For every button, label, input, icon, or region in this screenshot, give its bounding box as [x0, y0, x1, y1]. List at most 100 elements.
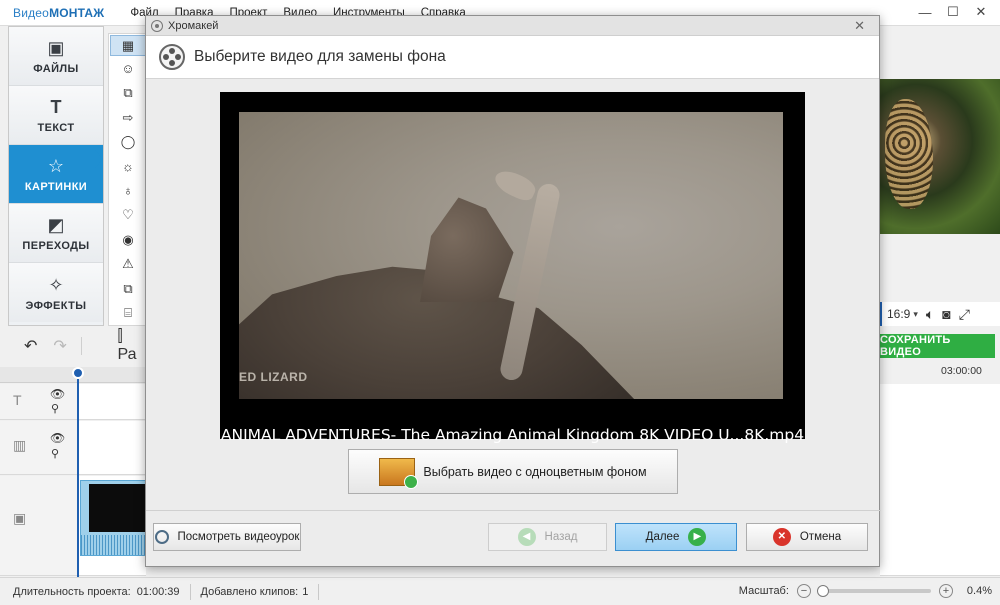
zoom-value: 0.4%	[966, 585, 992, 597]
arrow-left-icon: ◀	[517, 528, 536, 546]
zoom-out-icon[interactable]: −	[796, 584, 811, 598]
lizard-head	[491, 166, 539, 204]
film-reel-icon	[151, 19, 163, 32]
timeline-toolbar: ↶ ↷ ⫿ Ра	[0, 328, 147, 364]
timeline-right-area[interactable]	[880, 384, 1000, 576]
tutorial-icon	[154, 530, 169, 544]
magic-wand-icon: ✧	[48, 274, 64, 295]
clips-value: 1	[302, 585, 309, 598]
pick-solid-bg-video-button[interactable]: Выбрать видео с одноцветным фоном	[348, 449, 678, 494]
undo-icon[interactable]: ↶	[24, 336, 37, 356]
zoom-in-icon[interactable]: +	[938, 584, 953, 598]
fullscreen-icon[interactable]: ⤢	[959, 306, 970, 323]
split-button[interactable]: ⫿ Ра	[94, 328, 147, 364]
maximize-button[interactable]: ☐	[942, 4, 964, 20]
sticker-cat-arrow-icon[interactable]: ⇨	[109, 106, 147, 130]
video-filename: ANIMAL ADVENTURES- The Amazing Animal Ki…	[220, 426, 805, 444]
add-video-icon	[379, 457, 419, 489]
image-icon: ▣	[47, 38, 65, 58]
dialog-close-icon[interactable]: ✕	[854, 18, 865, 34]
sticker-cat-filmstrip-icon[interactable]: ▦	[110, 35, 146, 56]
zoom-slider[interactable]	[817, 585, 931, 597]
dialog-footer-divider	[146, 510, 881, 511]
clips-label: Добавлено клипов:	[200, 585, 299, 598]
duration-label: Длительность проекта:	[13, 585, 131, 598]
audio-waveform	[81, 535, 147, 555]
tool-transitions-label: ПЕРЕХОДЫ	[22, 240, 90, 252]
eye-icon[interactable]: 👁︎	[50, 431, 65, 445]
sticker-cat-shapes-icon[interactable]: ⧉	[109, 81, 147, 105]
video-clip[interactable]	[80, 480, 147, 556]
sticker-cat-frames-icon[interactable]: ⌸	[109, 301, 147, 325]
text-icon: T	[50, 97, 62, 117]
clip-thumbnail	[89, 484, 147, 532]
video-track-header: ▣	[0, 476, 78, 576]
watch-tutorial-button[interactable]: Посмотреть видеоурок	[153, 523, 301, 551]
player-controls: 16:9 ▾ 🔈︎ ◙ ⤢	[880, 302, 1000, 326]
close-window-button[interactable]: ✕	[970, 4, 992, 20]
video-preview-image: ED LIZARD	[239, 112, 783, 399]
zoom-label: Масштаб:	[738, 585, 789, 597]
back-button[interactable]: ◀ Назад	[488, 523, 607, 551]
pick-video-label: Выбрать видео с одноцветным фоном	[423, 464, 647, 479]
volume-icon[interactable]: 🔈︎	[926, 306, 934, 323]
timeline-end-timecode: 03:00:00	[941, 365, 982, 377]
text-track-header: T 👁︎ ⚲	[0, 384, 78, 420]
rock-shape	[420, 197, 514, 302]
text-track-icon: T	[13, 392, 22, 408]
dialog-heading: Выберите видео для замены фона	[194, 48, 446, 65]
tool-effects-label: ЭФФЕКТЫ	[25, 299, 87, 312]
tool-pictures-label: КАРТИНКИ	[24, 181, 88, 193]
next-button[interactable]: Далее ▶	[615, 523, 737, 551]
overlay-track[interactable]	[79, 421, 146, 475]
split-label: Ра	[117, 346, 137, 363]
playhead-line	[77, 379, 79, 577]
playhead-handle[interactable]	[72, 367, 84, 379]
sticker-cat-balloon-icon[interactable]: ♁	[109, 179, 147, 203]
player-preview	[880, 79, 1000, 234]
film-track-icon: ▥	[13, 437, 27, 453]
tool-transitions[interactable]: ◩ ПЕРЕХОДЫ	[9, 204, 103, 263]
chevron-down-icon[interactable]: ▾	[913, 309, 918, 320]
split-icon: ⫿	[117, 328, 123, 345]
zoom-slider-knob[interactable]	[817, 585, 830, 597]
eye-icon[interactable]: 👁︎	[50, 387, 65, 401]
link-icon[interactable]: ⚲	[51, 402, 59, 415]
cancel-icon: ✕	[772, 528, 791, 546]
video-preview-frame: ED LIZARD ANIMAL ADVENTURES- The Amazing…	[220, 92, 805, 444]
tool-files[interactable]: ▣ ФАЙЛЫ	[9, 27, 103, 86]
star-icon: ☆	[47, 156, 65, 176]
arrow-right-icon: ▶	[688, 528, 707, 546]
text-track[interactable]	[79, 384, 146, 420]
app-logo: ВидеоМОНТАЖ	[13, 5, 105, 20]
tutorial-label: Посмотреть видеоурок	[177, 531, 300, 543]
overlay-track-header: ▥ 👁︎ ⚲	[0, 421, 78, 475]
link-icon[interactable]: ⚲	[51, 447, 59, 460]
cancel-button[interactable]: ✕ Отмена	[746, 523, 868, 551]
sticker-cat-layers-icon[interactable]: ⧉	[109, 277, 147, 301]
camera-icon[interactable]: ◙	[942, 306, 950, 322]
cancel-label: Отмена	[799, 531, 842, 543]
minimize-button[interactable]: —	[914, 4, 936, 20]
redo-icon[interactable]: ↷	[53, 336, 66, 356]
transitions-icon: ◩	[47, 215, 65, 235]
sticker-cat-sun-icon[interactable]: ☼	[109, 155, 147, 179]
duration-value: 01:00:39	[136, 585, 180, 598]
back-label: Назад	[544, 531, 578, 543]
save-video-button[interactable]: СОХРАНИТЬ ВИДЕО	[880, 334, 995, 358]
sticker-cat-face-icon[interactable]: ◉	[109, 228, 147, 252]
dialog-title: Хромакей	[168, 19, 219, 32]
video-watermark: ED LIZARD	[239, 370, 308, 384]
status-bar: Длительность проекта: 01:00:39 Добавлено…	[0, 577, 1000, 605]
tool-pictures[interactable]: ☆ КАРТИНКИ	[9, 145, 103, 204]
sticker-cat-warning-icon[interactable]: ⚠	[109, 252, 147, 276]
tools-panel: ▣ ФАЙЛЫ T ТЕКСТ ☆ КАРТИНКИ ◩ ПЕРЕХОДЫ ✧ …	[8, 26, 104, 326]
sticker-cat-speech-bubble-icon[interactable]: ◯	[109, 130, 147, 154]
aspect-ratio-select[interactable]: 16:9	[887, 307, 910, 321]
tool-effects[interactable]: ✧ ЭФФЕКТЫ	[9, 263, 103, 322]
sticker-category-list: ▦ ☺ ⧉ ⇨ ◯ ☼ ♁ ♡ ◉ ⚠ ⧉ ⌸	[108, 33, 148, 326]
tool-text[interactable]: T ТЕКСТ	[9, 86, 103, 145]
next-label: Далее	[645, 531, 680, 543]
sticker-cat-heart-icon[interactable]: ♡	[109, 203, 147, 227]
sticker-cat-smiley-icon[interactable]: ☺	[109, 57, 147, 81]
